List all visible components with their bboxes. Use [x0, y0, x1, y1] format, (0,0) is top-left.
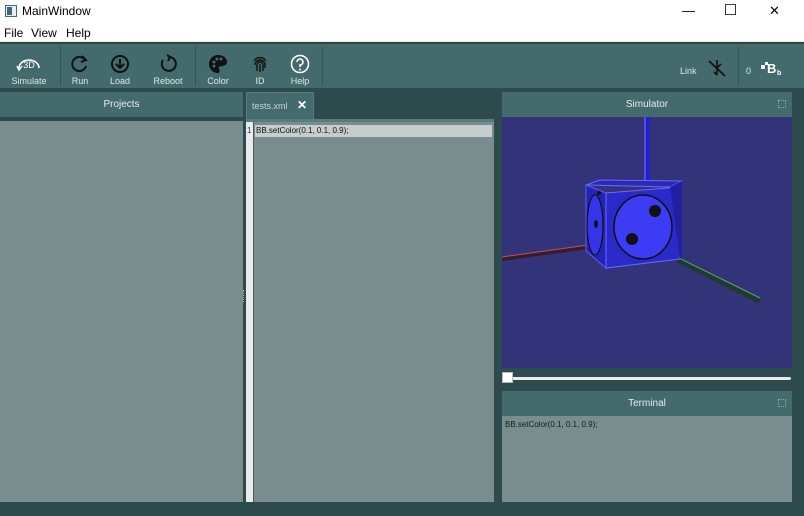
- blinky-blocks-logo-icon: B b: [760, 60, 784, 81]
- close-button[interactable]: ✕: [752, 0, 797, 23]
- tab-label: tests.xml: [252, 101, 288, 111]
- simulator-timeline-slider[interactable]: [505, 377, 791, 380]
- palette-icon: [209, 55, 227, 73]
- menu-help[interactable]: Help: [66, 26, 91, 40]
- 3d-cube-icon: 3D: [16, 59, 40, 72]
- toolbar-separator: [322, 46, 323, 86]
- download-circle-icon: [111, 55, 129, 73]
- maximize-button[interactable]: ☐: [708, 0, 753, 23]
- projects-tree[interactable]: [0, 121, 243, 502]
- svg-text:B: B: [767, 61, 776, 76]
- simulator-viewport[interactable]: [502, 117, 792, 368]
- help-label: Help: [290, 76, 310, 86]
- line-number-gutter: 1: [246, 122, 254, 502]
- usb-disconnected-icon[interactable]: [706, 58, 728, 83]
- load-label: Load: [109, 76, 131, 86]
- menu-view[interactable]: View: [31, 26, 57, 40]
- terminal-output[interactable]: BB.setColor(0.1, 0.1, 0.9);: [502, 416, 792, 502]
- projects-title: Projects: [103, 99, 140, 110]
- question-circle-icon: [290, 54, 310, 74]
- code-line[interactable]: BB.setColor(0.1, 0.1, 0.9);: [255, 125, 492, 137]
- line-number: 1: [247, 126, 252, 135]
- connection-count: 0: [746, 66, 752, 76]
- simulator-title: Simulator: [625, 99, 669, 110]
- app-icon: [5, 5, 17, 17]
- code-editor[interactable]: 1 BB.setColor(0.1, 0.1, 0.9);: [246, 119, 494, 502]
- title-bar: MainWindow — ☐ ✕: [0, 0, 804, 23]
- gutter-divider: [253, 122, 254, 502]
- panel-splitter-handle[interactable]: [243, 290, 245, 302]
- reboot-label: Reboot: [153, 76, 183, 86]
- svg-text:b: b: [777, 70, 781, 76]
- close-tab-icon[interactable]: ✕: [297, 98, 307, 112]
- minimize-button[interactable]: —: [666, 0, 711, 23]
- slider-handle[interactable]: [502, 372, 513, 383]
- undock-icon[interactable]: [778, 399, 786, 407]
- reboot-button[interactable]: Reboot: [141, 44, 195, 88]
- link-label: Link: [680, 66, 697, 76]
- refresh-icon: [71, 55, 88, 73]
- tab-tests-xml[interactable]: tests.xml ✕: [246, 92, 314, 119]
- simulator-panel-header: Simulator: [502, 92, 792, 117]
- toolbar-separator: [738, 46, 739, 86]
- projects-panel-header: Projects: [0, 92, 243, 117]
- simulate-3d-label: 3D: [23, 60, 35, 70]
- code-area[interactable]: [255, 137, 494, 502]
- load-button[interactable]: Load: [93, 44, 147, 88]
- terminal-panel-header: Terminal: [502, 391, 792, 416]
- window-title: MainWindow: [22, 4, 91, 18]
- menu-file[interactable]: File: [4, 26, 23, 40]
- help-button[interactable]: Help: [273, 44, 327, 88]
- simulate-button[interactable]: 3D Simulate: [2, 44, 56, 88]
- fingerprint-icon: [253, 56, 267, 72]
- toolbar: 3D Simulate Run Load Reboot Color ID Hel…: [0, 42, 804, 88]
- power-cycle-icon: [160, 54, 177, 72]
- terminal-line: BB.setColor(0.1, 0.1, 0.9);: [505, 420, 598, 429]
- status-bar: [0, 502, 804, 516]
- menu-bar: File View Help: [0, 23, 804, 42]
- terminal-title: Terminal: [628, 398, 666, 409]
- simulate-label: Simulate: [11, 76, 47, 86]
- undock-icon[interactable]: [778, 100, 786, 108]
